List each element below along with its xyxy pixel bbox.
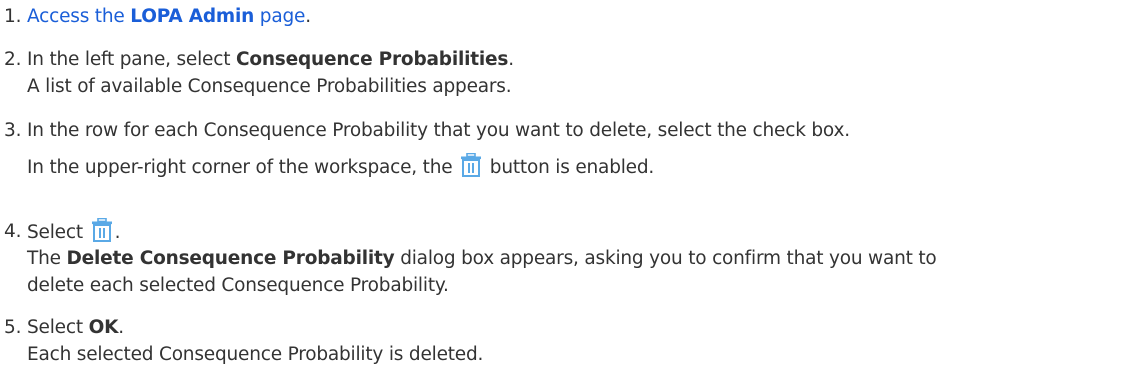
ok-label: OK: [88, 317, 119, 338]
step-number: 5.: [4, 317, 22, 338]
step-instruction: In the row for each Consequence Probabil…: [27, 120, 850, 141]
step-result: A list of available Consequence Probabil…: [27, 76, 512, 97]
dialog-name: Delete Consequence Probability: [66, 248, 395, 269]
step-number: 1.: [4, 6, 22, 27]
lopa-admin-link[interactable]: Access the LOPA Admin page: [27, 6, 305, 27]
step-number: 4.: [4, 221, 22, 242]
consequence-probabilities-label: Consequence Probabilities: [235, 49, 509, 70]
step-number: 2.: [4, 49, 22, 70]
step-result: Each selected Consequence Probability is…: [27, 344, 484, 365]
step-result: The Delete Consequence Probability dialo…: [27, 248, 937, 269]
step-result-continued: delete each selected Consequence Probabi…: [27, 275, 449, 296]
step-instruction: Select .: [27, 218, 120, 246]
step-instruction: In the left pane, select Consequence Pro…: [27, 49, 514, 70]
step-instruction: Access the LOPA Admin page.: [27, 6, 311, 27]
step-result: In the upper-right corner of the workspa…: [27, 153, 654, 181]
trash-icon: [91, 218, 113, 242]
procedure-steps: 1. Access the LOPA Admin page. 2. In the…: [0, 0, 1144, 383]
step-number: 3.: [4, 120, 22, 141]
step-instruction: Select OK.: [27, 317, 124, 338]
trash-icon: [460, 153, 482, 177]
